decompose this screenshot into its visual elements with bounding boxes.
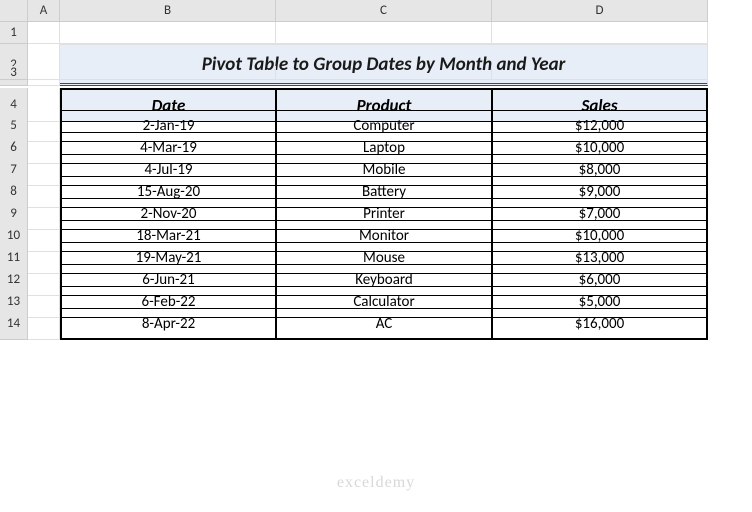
col-header-C[interactable]: C — [276, 0, 492, 22]
row-header-1[interactable]: 1 — [0, 22, 28, 44]
row-header-14[interactable]: 14 — [0, 308, 28, 340]
col-header-A[interactable]: A — [28, 0, 60, 22]
cell-C1[interactable] — [276, 22, 492, 44]
col-header-B[interactable]: B — [60, 0, 276, 22]
col-header-D[interactable]: D — [492, 0, 708, 22]
cell-date-9[interactable]: 8-Apr-22 — [60, 308, 276, 340]
cell-D3[interactable] — [492, 66, 708, 80]
cell-C3[interactable] — [276, 66, 492, 80]
cell-product-9[interactable]: AC — [276, 308, 492, 340]
cell-A1[interactable] — [28, 22, 60, 44]
row-header-3[interactable]: 3 — [0, 66, 28, 80]
cell-A14[interactable] — [28, 308, 60, 340]
watermark-text: exceldemy — [337, 474, 415, 492]
cell-B3[interactable] — [60, 66, 276, 80]
select-all-corner[interactable] — [0, 0, 28, 22]
cell-sales-9[interactable]: $16,000 — [492, 308, 708, 340]
cell-D1[interactable] — [492, 22, 708, 44]
cell-B1[interactable] — [60, 22, 276, 44]
spreadsheet-grid: A B C D 1 2 Pivot Table to Group Dates b… — [0, 0, 752, 330]
cell-A3[interactable] — [28, 66, 60, 80]
